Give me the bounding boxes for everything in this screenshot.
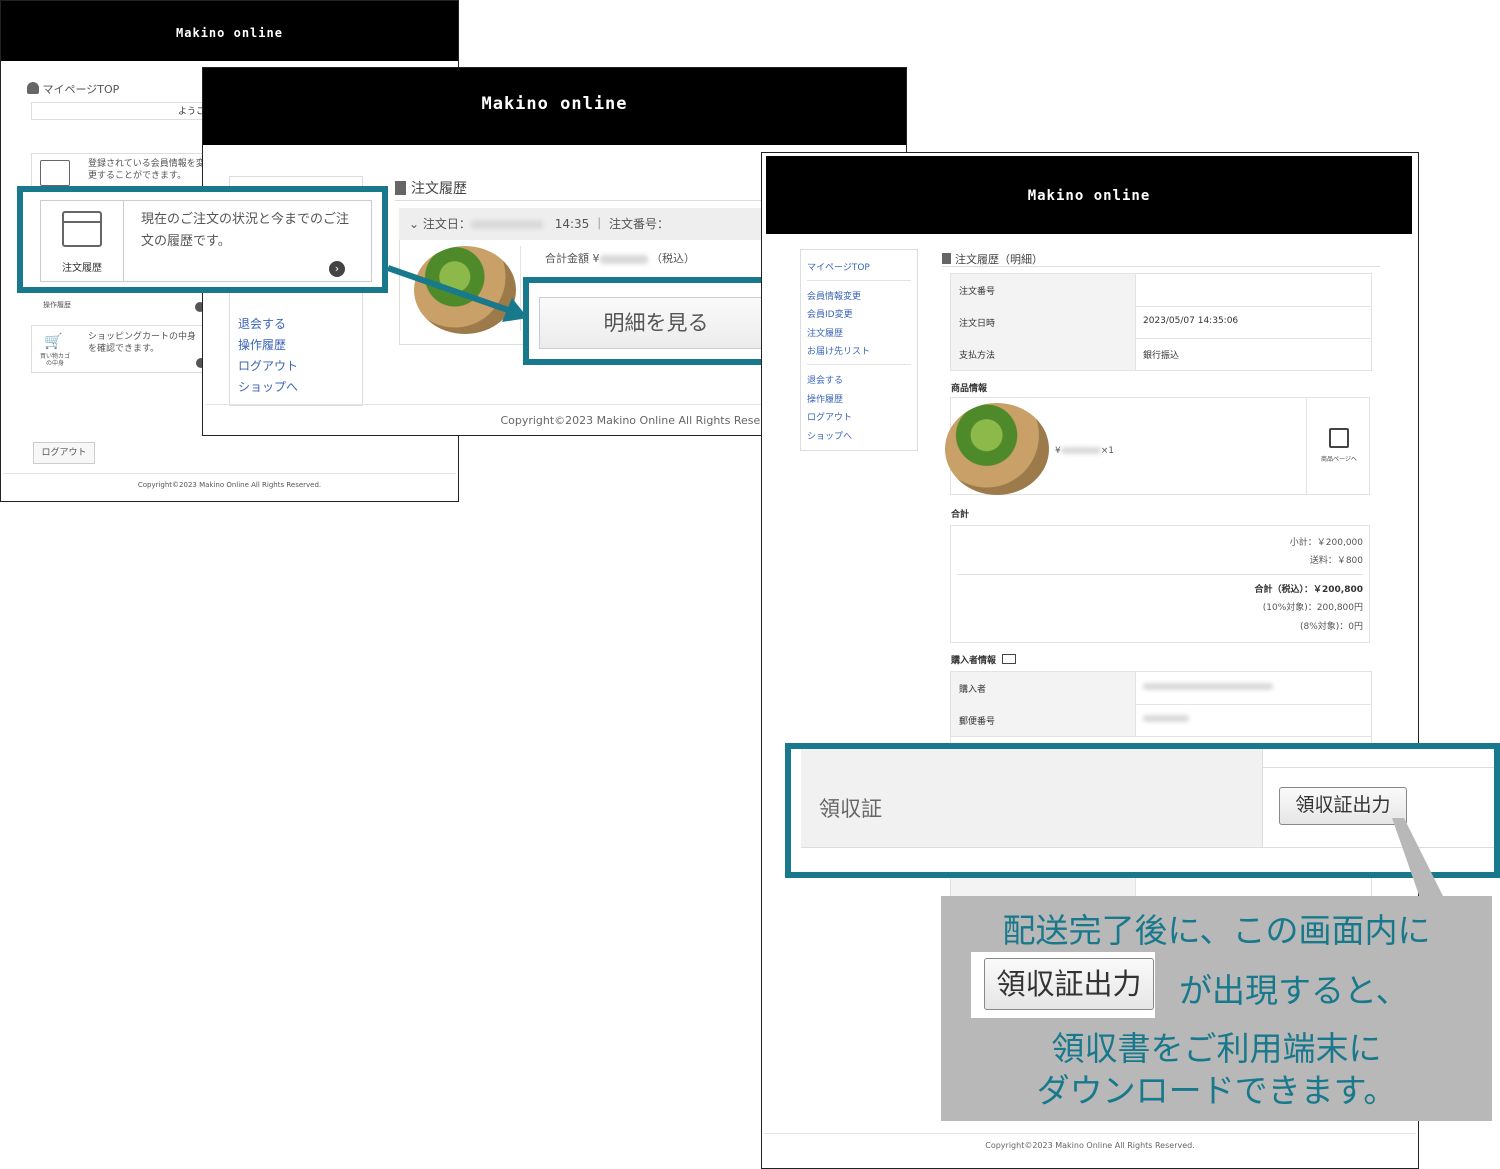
product-page-link[interactable]: 商品ページへ — [1309, 428, 1369, 463]
sidebar-item-shop[interactable]: ショップへ — [807, 429, 852, 442]
product-photo — [945, 403, 1049, 495]
shipping: 送料：￥800 — [1309, 556, 1363, 566]
sidebar-item-order-history[interactable]: 注文履歴 — [807, 326, 843, 339]
cart-card[interactable]: 🛒 買い物カゴの中身 ショッピングカートの中身を確認できます。 — [31, 325, 207, 373]
note-line2: が出現すると、 — [1179, 971, 1409, 1010]
total-box: 小計：￥200,000 送料：￥800 合計（税込）：￥200,800 (10%… — [950, 525, 1370, 643]
sidebar-item-withdraw[interactable]: 退会する — [807, 373, 843, 386]
book-icon — [40, 160, 70, 186]
mypage-top-heading: マイページTOP — [27, 81, 119, 97]
note-receipt-button: 領収証出力 — [984, 958, 1154, 1010]
highlight-detail-button: 明細を見る — [523, 277, 773, 365]
note-line3: 領収書をご利用端末に — [1051, 1029, 1382, 1068]
note-button-frame: 領収証出力 — [971, 952, 1155, 1018]
note-line1: 配送完了後に、この画面内に — [1002, 911, 1431, 950]
history-desc: 現在のご注文の状況と今までのご注文の履歴です。 — [141, 212, 350, 249]
sidebar-item-shop[interactable]: ショップへ — [238, 378, 298, 395]
sidebar-item-withdraw[interactable]: 退会する — [238, 315, 286, 332]
document-icon — [942, 253, 951, 264]
arrow-circle-icon: › — [329, 261, 345, 277]
subtotal: 小計：￥200,000 — [1289, 538, 1363, 548]
sidebar-item-member-id[interactable]: 会員ID変更 — [807, 307, 853, 320]
sidebar-item-mypage-top[interactable]: マイページTOP — [807, 260, 870, 273]
history-card[interactable]: 注文履歴 現在のご注文の状況と今までのご注文の履歴です。 › — [40, 200, 372, 282]
logout-button[interactable]: ログアウト — [33, 442, 95, 464]
chevron-down-icon: ⌄ — [409, 217, 420, 231]
welcome-bar: ようこそ — [31, 102, 221, 120]
sidebar-item-member-info[interactable]: 会員情報変更 — [807, 289, 861, 302]
postal-label: 郵便番号 — [959, 717, 996, 727]
note-callout: 配送完了後に、この画面内に 領収証出力 が出現すると、 領収書をご利用端末に ダ… — [941, 896, 1492, 1121]
page-title: 注文履歴（明細） — [942, 251, 1043, 267]
callout-pointer — [1392, 818, 1444, 898]
tax-8: (8%対象)：0円 — [1299, 622, 1363, 632]
note-line4: ダウンロードできます。 — [1036, 1071, 1397, 1110]
highlight-history-card: 注文履歴 現在のご注文の状況と今までのご注文の履歴です。 › — [17, 186, 388, 293]
product-price: ¥ ×1 — [1055, 446, 1115, 456]
payment-value: 銀行振込 — [1143, 351, 1180, 361]
copyright: Copyright©2023 Makino Online All Rights … — [985, 1141, 1195, 1150]
grand-total: 合計（税込）：￥200,800 — [1254, 585, 1364, 595]
sidebar-item-address-list[interactable]: お届け先リスト — [807, 344, 870, 357]
browser-icon — [1329, 428, 1349, 448]
arrow-connector — [387, 265, 528, 322]
buyer-section-heading: 購入者情報 — [951, 653, 1017, 666]
ops-card[interactable]: 操作履歴 — [31, 293, 205, 317]
sidebar-item-ops-history[interactable]: 操作履歴 — [238, 336, 286, 353]
brand-header: Makino online — [1, 1, 458, 61]
sidebar-item-logout[interactable]: ログアウト — [807, 410, 852, 423]
order-total: 合計金額 ¥ （税込） — [545, 252, 695, 265]
order-date-value: 2023/05/07 14:35:06 — [1143, 316, 1239, 326]
sidebar-item-logout[interactable]: ログアウト — [238, 357, 298, 374]
buyer-label: 購入者 — [959, 685, 987, 695]
tax-10: (10%対象)：200,800円 — [1262, 603, 1363, 613]
cart-desc: ショッピングカートの中身を確認できます。 — [88, 332, 197, 354]
member-card-text: 登録されている会員情報を変更することができます。 — [88, 159, 205, 181]
receipt-output-button[interactable]: 領収証出力 — [1279, 787, 1407, 825]
detail-sidebar: マイページTOP 会員情報変更 会員ID変更 注文履歴 お届け先リスト 退会する… — [800, 249, 918, 451]
page-title: 注文履歴 — [395, 178, 467, 198]
payment-label: 支払方法 — [959, 351, 996, 361]
receipt-label: 領収証 — [819, 797, 882, 821]
ops-label: 操作履歴 — [43, 301, 71, 309]
order-no-label: 注文番号 — [959, 287, 996, 297]
document-icon — [395, 181, 406, 195]
buyer-table: 購入者 郵便番号 — [950, 671, 1372, 745]
box-icon — [62, 211, 102, 247]
order-info-table: 注文番号 注文日時 2023/05/07 14:35:06 支払方法 銀行振込 — [950, 273, 1372, 371]
laptop-icon — [1002, 654, 1017, 664]
detail-button[interactable]: 明細を見る — [539, 297, 773, 349]
cart-icon: 🛒 — [44, 332, 63, 350]
order-date-label: 注文日時 — [959, 319, 996, 329]
product-box: ¥ ×1 商品ページへ — [945, 397, 1370, 495]
brand-header: Makino online — [203, 68, 906, 145]
user-icon — [27, 82, 39, 94]
cart-label: 買い物カゴの中身 — [39, 353, 70, 367]
history-label: 注文履歴 — [62, 263, 102, 274]
sidebar-item-ops-history[interactable]: 操作履歴 — [807, 392, 843, 405]
total-section-heading: 合計 — [951, 510, 970, 520]
copyright: Copyright©2023 Makino Online All Rights … — [137, 481, 322, 489]
brand-header: Makino online — [766, 156, 1412, 234]
product-section-heading: 商品情報 — [951, 384, 988, 394]
